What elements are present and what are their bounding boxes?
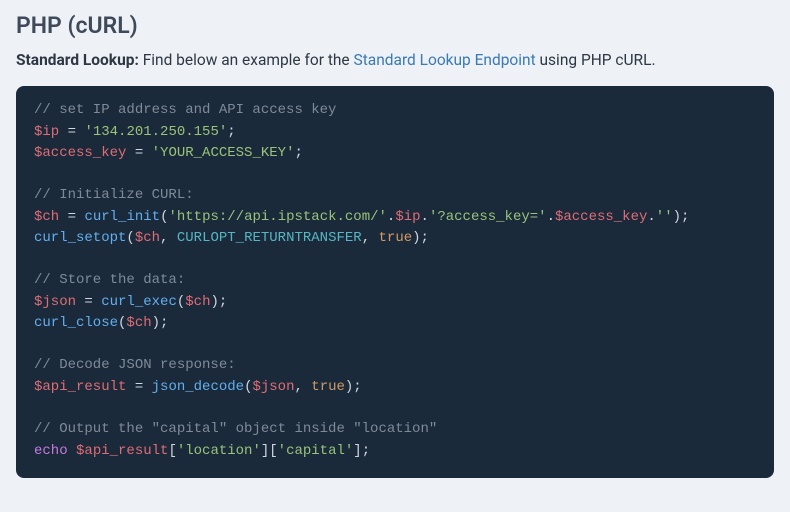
code-op: (	[126, 230, 134, 246]
code-comment: // Store the data:	[34, 272, 185, 288]
standard-lookup-link[interactable]: Standard Lookup Endpoint	[354, 51, 536, 69]
code-op: .	[421, 209, 429, 225]
code-fn: curl_exec	[101, 294, 177, 310]
code-fn: curl_setopt	[34, 230, 126, 246]
code-var: $access_key	[555, 209, 647, 225]
intro-paragraph: Standard Lookup: Find below an example f…	[16, 49, 774, 72]
code-fn: curl_close	[34, 315, 118, 331]
intro-text-after: using PHP cURL.	[536, 51, 656, 69]
code-op: );	[673, 209, 690, 225]
code-comment: // Initialize CURL:	[34, 187, 194, 203]
code-block: // set IP address and API access key $ip…	[16, 86, 774, 478]
code-op: );	[152, 315, 169, 331]
code-var: $access_key	[34, 145, 126, 161]
code-op: );	[345, 379, 362, 395]
code-op: ;	[294, 145, 302, 161]
code-op: =	[59, 209, 84, 225]
code-var: $ch	[34, 209, 59, 225]
code-op: ,	[362, 230, 379, 246]
code-op: =	[126, 379, 151, 395]
code-op	[68, 443, 76, 459]
code-op: );	[412, 230, 429, 246]
code-fn: json_decode	[152, 379, 244, 395]
code-var: $json	[34, 294, 76, 310]
code-op: [	[168, 443, 176, 459]
code-string: 'YOUR_ACCESS_KEY'	[152, 145, 295, 161]
code-op: =	[126, 145, 151, 161]
code-op: ;	[227, 124, 235, 140]
intro-text-before: Find below an example for the	[139, 51, 354, 69]
code-const: CURLOPT_RETURNTRANSFER	[177, 230, 362, 246]
code-bool: true	[311, 379, 345, 395]
code-op: =	[76, 294, 101, 310]
code-var: $ip	[395, 209, 420, 225]
code-comment: // set IP address and API access key	[34, 102, 336, 118]
code-var: $json	[252, 379, 294, 395]
code-fn: curl_init	[84, 209, 160, 225]
code-string: '134.201.250.155'	[84, 124, 227, 140]
code-op: );	[210, 294, 227, 310]
code-var: $ch	[126, 315, 151, 331]
code-op: ,	[294, 379, 311, 395]
code-var: $ip	[34, 124, 59, 140]
code-string: 'capital'	[278, 443, 354, 459]
code-op: ,	[160, 230, 177, 246]
code-op: .	[547, 209, 555, 225]
code-op: ][	[261, 443, 278, 459]
code-var: $api_result	[76, 443, 168, 459]
code-string: 'https://api.ipstack.com/'	[168, 209, 386, 225]
intro-bold: Standard Lookup:	[16, 51, 139, 69]
code-comment: // Decode JSON response:	[34, 357, 236, 373]
code-op: .	[647, 209, 655, 225]
code-op: (	[177, 294, 185, 310]
code-string: '?access_key='	[429, 209, 547, 225]
section-heading: PHP (cURL)	[16, 12, 774, 39]
doc-section: PHP (cURL) Standard Lookup: Find below a…	[0, 0, 790, 490]
code-var: $ch	[185, 294, 210, 310]
code-string: 'location'	[177, 443, 261, 459]
code-op: ];	[353, 443, 370, 459]
code-var: $ch	[135, 230, 160, 246]
code-bool: true	[379, 230, 413, 246]
code-keyword: echo	[34, 443, 68, 459]
code-op: =	[59, 124, 84, 140]
code-string: ''	[656, 209, 673, 225]
code-var: $api_result	[34, 379, 126, 395]
code-comment: // Output the "capital" object inside "l…	[34, 421, 437, 437]
